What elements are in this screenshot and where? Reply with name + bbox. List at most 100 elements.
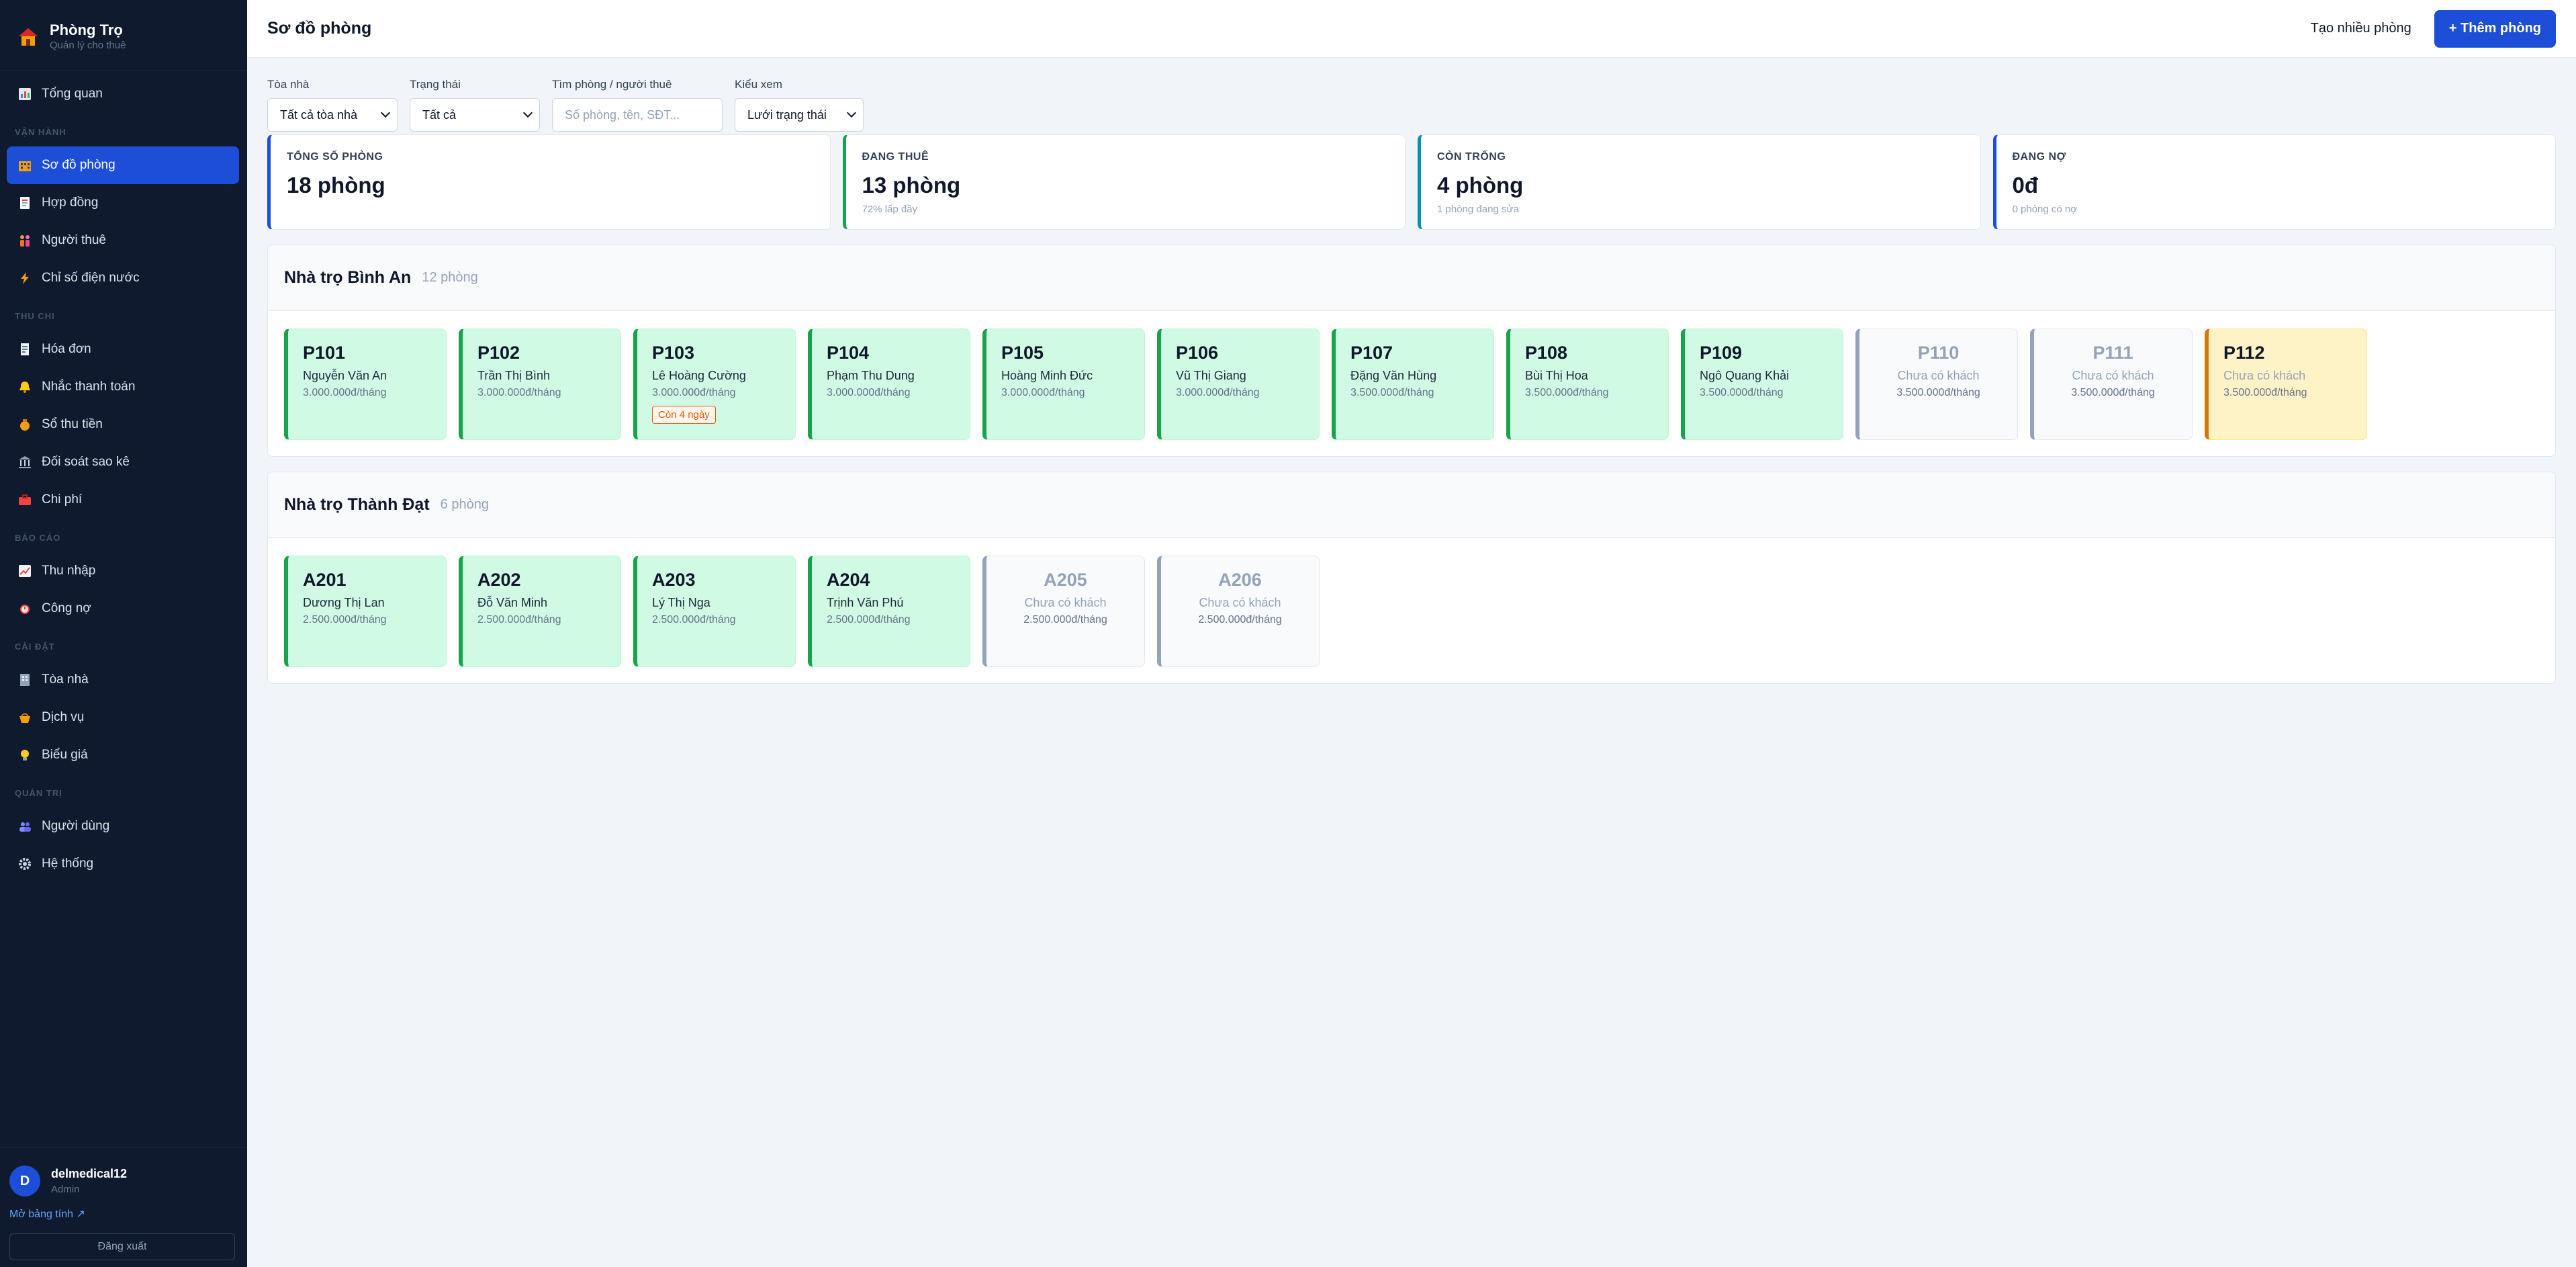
sidebar-item-cashbook[interactable]: Sổ thu tiền [7,406,239,443]
room-price: 3.000.000đ/tháng [303,387,387,398]
room-code: P105 [1001,343,1044,363]
stat-value: 13 phòng [862,173,961,198]
sidebar-item-contracts[interactable]: Hợp đồng [7,184,239,222]
room-card-maintenance[interactable]: P112 Chưa có khách 3.500.000đ/tháng [2205,329,2367,440]
room-price: 2.500.000đ/tháng [1023,614,1107,625]
room-tenant: Đặng Văn Hùng [1350,369,1437,382]
building-select-value: Tất cả tòa nhà [280,107,358,122]
sidebar-item-expenses[interactable]: Chi phí [7,481,239,519]
room-price: 3.500.000đ/tháng [1700,387,1784,398]
room-card[interactable]: P105 Hoàng Minh Đức 3.000.000đ/tháng [982,329,1145,440]
room-code: P103 [652,343,695,363]
room-card[interactable]: A203 Lý Thị Nga 2.500.000đ/tháng [633,556,796,667]
room-card[interactable]: P106 Vũ Thị Giang 3.000.000đ/tháng [1157,329,1320,440]
sidebar-item-label: Dịch vụ [42,710,85,724]
logout-button[interactable]: Đăng xuất [9,1233,235,1260]
sidebar-item-income[interactable]: Thu nhập [7,552,239,590]
view-filter: Kiểu xem Lưới trạng thái [735,78,864,132]
sidebar-item-users[interactable]: Người dùng [7,807,239,845]
room-card[interactable]: P108 Bùi Thị Hoa 3.500.000đ/tháng [1506,329,1669,440]
users-icon [17,819,32,834]
room-tenant: Phạm Thu Dung [827,369,915,382]
view-select[interactable]: Lưới trạng thái [735,98,864,132]
sidebar-item-label: Người thuê [42,233,106,247]
room-price: 2.500.000đ/tháng [477,614,561,625]
sidebar-item-services[interactable]: Dịch vụ [7,699,239,736]
search-input[interactable]: Số phòng, tên, SĐT... [552,98,723,132]
topbar: Sơ đồ phòng Tạo nhiều phòng + Thêm phòng [247,0,2576,58]
room-card-vacant[interactable]: A205 Chưa có khách 2.500.000đ/tháng [982,556,1145,667]
sidebar-item-rooms-map[interactable]: Sơ đồ phòng [7,146,239,184]
user-name: delmedical12 [51,1167,128,1180]
room-price: 3.500.000đ/tháng [1525,387,1609,398]
user-role: Admin [51,1184,80,1195]
room-card[interactable]: P109 Ngô Quang Khải 3.500.000đ/tháng [1681,329,1843,440]
room-price: 3.000.000đ/tháng [1001,387,1085,398]
sidebar-item-buildings[interactable]: Tòa nhà [7,661,239,699]
sidebar-item-label: Thu nhập [42,564,96,578]
room-tenant: Trần Thị Bình [477,369,551,382]
expiry-badge: Còn 4 ngày [652,406,716,424]
brand[interactable]: Phòng Trọ Quản lý cho thuê [0,0,247,56]
sidebar-item-invoices[interactable]: Hóa đơn [7,331,239,368]
room-card[interactable]: P104 Phạm Thu Dung 3.000.000đ/tháng [808,329,970,440]
user-profile[interactable]: D delmedical12 Admin [0,1148,247,1196]
room-tenant: Chưa có khách [2223,369,2306,382]
room-card[interactable]: A204 Trịnh Văn Phú 2.500.000đ/tháng [808,556,970,667]
sidebar-item-system[interactable]: Hệ thống [7,845,239,883]
bulk-create-rooms-button[interactable]: Tạo nhiều phòng [2311,21,2411,36]
section-heading: QUẢN TRỊ [15,788,62,798]
status-select[interactable]: Tất cả [410,98,540,132]
sidebar-item-overview[interactable]: Tổng quan [7,75,239,113]
room-tenant: Lê Hoàng Cường [652,369,746,382]
sidebar-item-label: Biểu giá [42,748,88,762]
room-price: 2.500.000đ/tháng [1198,614,1282,625]
building-section: Nhà trọ Thành Đạt 6 phòng A201 Dương Thị … [267,472,2556,684]
stat-label: TỔNG SỐ PHÒNG [287,151,383,163]
stat-vacant: CÒN TRỐNG 4 phòng 1 phòng đang sửa [1418,134,1981,230]
room-tenant: Chưa có khách [2072,369,2154,382]
view-filter-label: Kiểu xem [735,78,782,91]
stat-label: CÒN TRỐNG [1437,151,1506,163]
document-icon [17,195,32,210]
stat-sub: 1 phòng đang sửa [1437,204,1519,215]
room-code: P102 [477,343,520,363]
sidebar-footer: D delmedical12 Admin Mở bảng tính ↗ Đăng… [0,1147,247,1267]
room-price: 3.000.000đ/tháng [827,387,911,398]
sidebar-item-meters[interactable]: Chỉ số điện nước [7,259,239,297]
room-card[interactable]: A202 Đỗ Văn Minh 2.500.000đ/tháng [459,556,621,667]
stat-sub: 72% lấp đầy [862,204,918,215]
room-card-vacant[interactable]: P110 Chưa có khách 3.500.000đ/tháng [1855,329,2018,440]
sidebar-item-reconcile[interactable]: Đối soát sao kê [7,443,239,481]
room-card[interactable]: P107 Đặng Văn Hùng 3.500.000đ/tháng [1332,329,1494,440]
room-card[interactable]: P103 Lê Hoàng Cường 3.000.000đ/tháng Còn 4 … [633,329,796,440]
people-icon [17,233,32,248]
sidebar-item-tenants[interactable]: Người thuê [7,222,239,259]
room-card-vacant[interactable]: P111 Chưa có khách 3.500.000đ/tháng [2030,329,2193,440]
room-price: 3.000.000đ/tháng [652,387,736,398]
room-tenant: Trịnh Văn Phú [827,596,904,609]
house-icon [17,26,39,48]
section-heading: THU CHI [15,311,55,321]
building-select[interactable]: Tất cả tòa nhà [267,98,398,132]
add-room-button[interactable]: + Thêm phòng [2434,9,2556,48]
brand-subtitle: Quản lý cho thuê [50,40,126,51]
topbar-actions: Tạo nhiều phòng + Thêm phòng [2311,9,2556,48]
building-header: Nhà trọ Thành Đạt 6 phòng [268,472,2555,538]
main-content: Sơ đồ phòng Tạo nhiều phòng + Thêm phòng… [247,0,2576,1267]
room-price: 3.500.000đ/tháng [2223,387,2307,398]
room-card[interactable]: P101 Nguyễn Văn An 3.000.000đ/tháng [284,329,447,440]
room-card-vacant[interactable]: A206 Chưa có khách 2.500.000đ/tháng [1157,556,1320,667]
room-card[interactable]: A201 Dương Thị Lan 2.500.000đ/tháng [284,556,447,667]
status-filter: Trạng thái Tất cả [410,78,540,132]
sidebar-item-reminders[interactable]: Nhắc thanh toán [7,368,239,406]
open-spreadsheet-link[interactable]: Mở bảng tính ↗ [0,1207,247,1221]
divider [0,70,247,71]
room-card[interactable]: P102 Trần Thị Bình 3.000.000đ/tháng [459,329,621,440]
room-code: P106 [1176,343,1219,363]
sidebar: Phòng Trọ Quản lý cho thuê Tổng quan VẬN… [0,0,247,1267]
sidebar-item-debts[interactable]: Công nợ [7,590,239,627]
building-name: Nhà trọ Thành Đạt [284,495,430,514]
room-code: P109 [1700,343,1743,363]
sidebar-item-pricing[interactable]: Biểu giá [7,736,239,774]
